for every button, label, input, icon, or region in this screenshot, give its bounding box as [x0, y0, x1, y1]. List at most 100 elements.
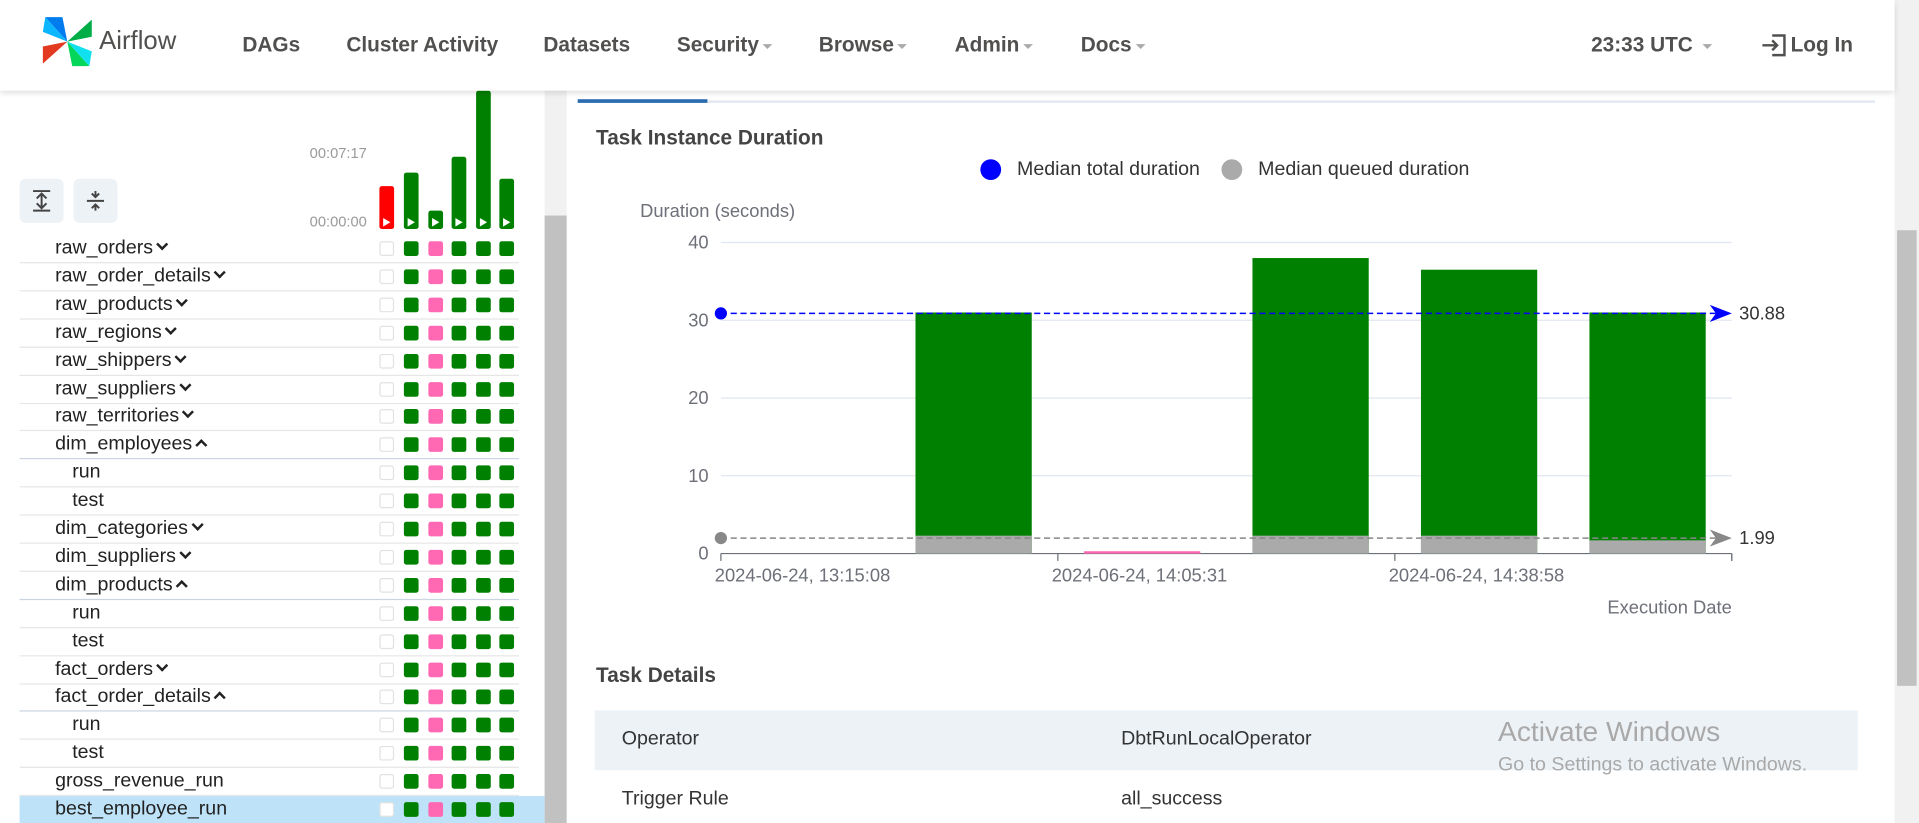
task-instance-upstream_failed[interactable]: [428, 577, 444, 593]
chevron-down-icon[interactable]: [190, 518, 204, 531]
task-instance-upstream_failed[interactable]: [428, 689, 444, 705]
task-instance-success[interactable]: [499, 381, 515, 397]
task-name[interactable]: raw_territories: [55, 406, 195, 428]
task-instance-success[interactable]: [451, 269, 467, 284]
run-bar-failed[interactable]: [379, 186, 395, 229]
task-instance-none[interactable]: [379, 297, 395, 313]
task-row[interactable]: run: [19, 712, 519, 741]
task-instance-success[interactable]: [499, 774, 515, 789]
task-row[interactable]: dim_employees: [19, 431, 519, 460]
task-row[interactable]: dim_products: [19, 572, 519, 600]
task-instance-success[interactable]: [403, 493, 419, 509]
task-instance-success[interactable]: [403, 409, 419, 425]
task-instance-success[interactable]: [451, 774, 467, 789]
task-instance-success[interactable]: [499, 746, 515, 761]
task-instance-success[interactable]: [451, 802, 467, 817]
task-instance-success[interactable]: [403, 437, 419, 453]
task-instance-upstream_failed[interactable]: [428, 269, 444, 284]
task-instance-upstream_failed[interactable]: [428, 241, 444, 256]
task-row[interactable]: run: [19, 600, 519, 628]
task-instance-success[interactable]: [476, 802, 491, 817]
task-instance-success[interactable]: [476, 549, 491, 565]
chevron-up-icon[interactable]: [213, 691, 226, 705]
task-instance-none[interactable]: [379, 774, 395, 789]
task-instance-none[interactable]: [379, 521, 395, 537]
brand-name[interactable]: Airflow: [99, 27, 176, 56]
task-instance-success[interactable]: [499, 409, 515, 425]
task-instance-success[interactable]: [476, 605, 491, 621]
task-instance-upstream_failed[interactable]: [428, 409, 444, 425]
task-instance-success[interactable]: [403, 633, 419, 649]
task-instance-success[interactable]: [499, 605, 515, 621]
task-instance-none[interactable]: [379, 689, 395, 705]
task-instance-upstream_failed[interactable]: [428, 325, 444, 341]
run-bar-success[interactable]: [476, 90, 491, 230]
task-row[interactable]: raw_shippers: [19, 347, 519, 376]
task-instance-success[interactable]: [403, 661, 419, 677]
task-row[interactable]: test: [19, 488, 519, 516]
chevron-up-icon[interactable]: [175, 579, 188, 592]
task-instance-success[interactable]: [499, 577, 515, 593]
task-instance-none[interactable]: [379, 661, 395, 677]
chevron-down-icon[interactable]: [182, 406, 195, 419]
task-name[interactable]: gross_revenue_run: [55, 770, 224, 792]
nav-cluster-activity[interactable]: Cluster Activity: [346, 33, 498, 57]
task-instance-success[interactable]: [403, 549, 419, 565]
task-instance-success[interactable]: [476, 353, 491, 369]
task-instance-none[interactable]: [379, 381, 395, 397]
legend-queued-label[interactable]: Median queued duration: [1258, 159, 1469, 181]
login-link[interactable]: Log In: [1791, 33, 1853, 57]
task-instance-upstream_failed[interactable]: [428, 437, 444, 453]
task-instance-upstream_failed[interactable]: [428, 353, 444, 369]
chevron-down-icon[interactable]: [156, 658, 169, 672]
nav-dags[interactable]: DAGs: [242, 33, 300, 57]
task-name[interactable]: best_employee_run: [55, 799, 227, 821]
task-instance-none[interactable]: [379, 493, 395, 509]
task-instance-success[interactable]: [499, 465, 515, 481]
collapse-all-button[interactable]: [73, 178, 118, 223]
task-name[interactable]: raw_shippers: [55, 350, 187, 372]
page-scrollbar-thumb[interactable]: [1897, 230, 1917, 686]
nav-security[interactable]: Security: [677, 33, 773, 57]
task-instance-none[interactable]: [379, 802, 395, 817]
task-instance-success[interactable]: [451, 297, 467, 313]
task-instance-upstream_failed[interactable]: [428, 465, 444, 481]
task-name[interactable]: run: [72, 462, 100, 484]
task-instance-success[interactable]: [476, 437, 491, 453]
task-instance-success[interactable]: [403, 297, 419, 313]
chevron-down-icon[interactable]: [174, 350, 187, 363]
task-name[interactable]: dim_categories: [55, 518, 204, 540]
chevron-down-icon[interactable]: [179, 378, 192, 391]
chevron-down-icon[interactable]: [156, 238, 169, 251]
task-instance-upstream_failed[interactable]: [428, 661, 444, 677]
chevron-down-icon[interactable]: [164, 322, 177, 335]
task-instance-none[interactable]: [379, 325, 395, 341]
task-instance-success[interactable]: [499, 353, 515, 369]
task-instance-success[interactable]: [403, 241, 419, 256]
task-instance-success[interactable]: [476, 381, 491, 397]
task-instance-success[interactable]: [451, 353, 467, 369]
task-instance-success[interactable]: [403, 746, 419, 761]
airflow-logo[interactable]: [40, 15, 94, 69]
task-instance-success[interactable]: [451, 521, 467, 537]
legend-total-label[interactable]: Median total duration: [1017, 159, 1200, 181]
task-instance-success[interactable]: [499, 633, 515, 649]
task-name[interactable]: test: [72, 630, 104, 652]
task-instance-success[interactable]: [476, 297, 491, 313]
task-instance-upstream_failed[interactable]: [428, 521, 444, 537]
task-row[interactable]: dim_categories: [19, 516, 519, 544]
run-bar-success[interactable]: [451, 157, 467, 229]
task-instance-none[interactable]: [379, 269, 395, 284]
task-instance-success[interactable]: [451, 409, 467, 425]
task-name[interactable]: test: [72, 490, 104, 512]
task-instance-success[interactable]: [476, 493, 491, 509]
task-name[interactable]: fact_order_details: [55, 686, 226, 708]
nav-admin[interactable]: Admin: [955, 33, 1033, 57]
task-row[interactable]: raw_orders: [19, 235, 519, 264]
task-row[interactable]: best_employee_run: [19, 796, 545, 823]
task-instance-success[interactable]: [451, 605, 467, 621]
task-instance-success[interactable]: [476, 577, 491, 593]
task-instance-success[interactable]: [499, 437, 515, 453]
task-instance-none[interactable]: [379, 437, 395, 453]
task-name[interactable]: raw_order_details: [55, 266, 226, 288]
